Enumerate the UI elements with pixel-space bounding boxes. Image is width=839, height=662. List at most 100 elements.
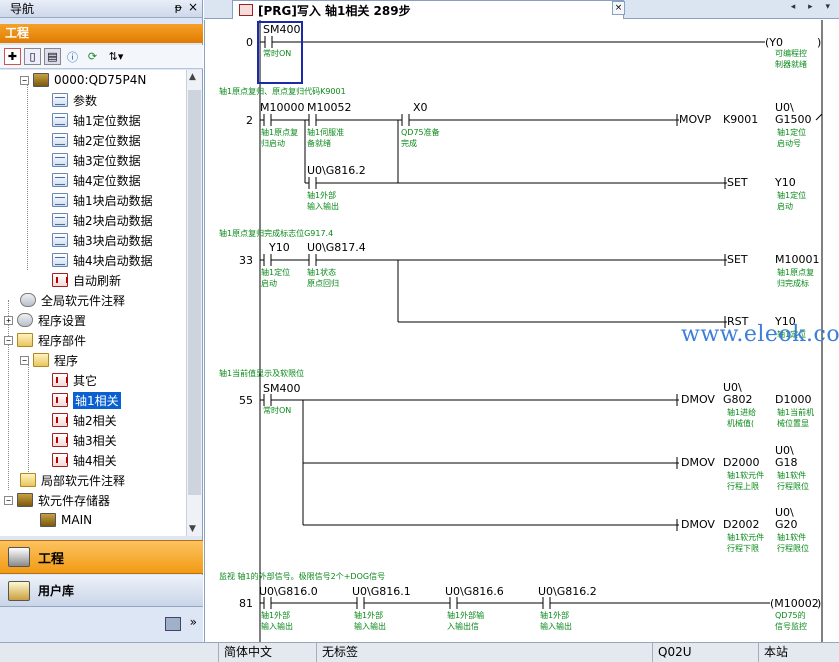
tree-item[interactable]: 参数 bbox=[52, 90, 97, 110]
operand-label: Y10 bbox=[774, 176, 796, 189]
tree-item[interactable]: 轴1相关 bbox=[52, 390, 121, 410]
grid-icon bbox=[52, 133, 68, 147]
svg-text:轴1状态: 轴1状态 bbox=[307, 267, 336, 277]
navigation-title-bar: 导航 ᵽ × bbox=[0, 0, 202, 18]
tree-item[interactable]: + 程序设置 bbox=[4, 310, 86, 330]
project-view-button[interactable]: 工程 bbox=[0, 540, 203, 574]
more-icon[interactable]: » bbox=[190, 615, 197, 629]
instruction-label: MOVP bbox=[679, 113, 711, 126]
svg-text:轴1当前机: 轴1当前机 bbox=[777, 407, 814, 417]
tree-item[interactable]: 轴3块启动数据 bbox=[52, 230, 153, 250]
svg-text:启动: 启动 bbox=[261, 278, 277, 288]
tree-item[interactable]: 其它 bbox=[52, 370, 97, 390]
project-tree: − 0000:QD75P4N 参数 轴1定位数据 轴2定位数据 轴3定位数据 轴4定位数据轴… bbox=[0, 70, 186, 536]
svg-text:轴1软元件: 轴1软元件 bbox=[727, 470, 764, 480]
tree-item[interactable]: MAIN bbox=[40, 510, 92, 530]
ladder-editor[interactable]: 轴1原点复归、原点复归代码K9001 轴1原点复归完成标志位G917.4 轴1当… bbox=[204, 20, 839, 642]
new-item-icon[interactable]: ✚ bbox=[4, 48, 21, 65]
tree-item-label: 0000:QD75P4N bbox=[54, 73, 147, 87]
gear-icon bbox=[20, 293, 36, 307]
collapse-icon[interactable]: − bbox=[20, 355, 29, 365]
tree-item[interactable]: 轴3相关 bbox=[52, 430, 117, 450]
svg-text:制器就绪: 制器就绪 bbox=[775, 59, 807, 69]
pin-icon[interactable]: ᵽ bbox=[175, 1, 182, 14]
navigation-title: 导航 bbox=[10, 2, 35, 16]
chip-icon bbox=[17, 493, 33, 507]
collapse-icon[interactable]: − bbox=[4, 495, 13, 505]
tree-item-label: 轴4定位数据 bbox=[73, 173, 141, 188]
contact-label: U0\G817.4 bbox=[307, 241, 366, 254]
expand-icon[interactable]: + bbox=[4, 315, 13, 325]
step-number: 81 bbox=[239, 597, 253, 610]
collapse-icon[interactable]: − bbox=[20, 75, 29, 85]
instruction-label: DMOV bbox=[681, 393, 715, 406]
svg-text:行程限位: 行程限位 bbox=[777, 543, 809, 553]
operand-label: M10001 bbox=[775, 253, 819, 266]
step-number: 33 bbox=[239, 254, 253, 267]
tree-item[interactable]: 轴2块启动数据 bbox=[52, 210, 153, 230]
program-icon bbox=[239, 4, 253, 16]
step-numbers: 0 2 33 55 81 bbox=[239, 36, 253, 610]
tab-program-axis1[interactable]: [PRG]写入 轴1相关 289步 bbox=[232, 0, 624, 19]
svg-text:轴1定位: 轴1定位 bbox=[777, 190, 806, 200]
tree-item[interactable]: − 软元件存储器 bbox=[4, 490, 110, 510]
tree-item[interactable]: 全局软元件注释 bbox=[20, 290, 125, 310]
tree-item-label: 轴1定位数据 bbox=[73, 113, 141, 128]
svg-text:QD75的: QD75的 bbox=[775, 610, 806, 620]
scrollbar-thumb[interactable] bbox=[188, 90, 201, 495]
project-view-label: 工程 bbox=[38, 551, 65, 567]
rung-55-header: 轴1当前值显示及软限位 bbox=[219, 368, 304, 378]
step-number: 2 bbox=[246, 114, 253, 127]
close-icon[interactable]: × bbox=[188, 0, 198, 14]
tree-item[interactable]: 轴4定位数据 bbox=[52, 170, 141, 190]
tree-item[interactable]: 轴1定位数据 bbox=[52, 110, 141, 130]
refresh-icon[interactable]: ⟳ bbox=[84, 48, 101, 65]
coil-label: (Y0 bbox=[765, 36, 783, 49]
tree-item-label: 轴2块启动数据 bbox=[73, 213, 153, 228]
tree-item[interactable]: 自动刷新 bbox=[52, 270, 121, 290]
configure-buttons-icon[interactable] bbox=[165, 617, 181, 631]
tree-scrollbar[interactable]: ▲ ▼ bbox=[186, 70, 202, 536]
svg-text:可编程控: 可编程控 bbox=[775, 48, 807, 58]
operand-label: G20 bbox=[775, 518, 798, 531]
sort-icon[interactable]: ⇅▾ bbox=[104, 48, 128, 65]
tab-scroll-arrows[interactable]: ◂ ▸ ▾ bbox=[791, 2, 835, 12]
tree-item[interactable]: − 程序 bbox=[20, 350, 78, 370]
contact-label: X0 bbox=[413, 101, 428, 114]
contact-label: U0\G816.2 bbox=[307, 164, 366, 177]
status-bar: 简体中文 无标签 Q02U 本站 bbox=[0, 642, 839, 662]
svg-text:启动: 启动 bbox=[777, 201, 793, 211]
scroll-down-icon[interactable]: ▼ bbox=[189, 524, 196, 534]
coil-label: (M10002 bbox=[770, 597, 819, 610]
tree-item[interactable]: 局部软元件注释 bbox=[20, 470, 125, 490]
paste-icon[interactable]: ▤ bbox=[44, 48, 61, 65]
svg-text:轴1原点复: 轴1原点复 bbox=[777, 267, 814, 277]
copy-icon[interactable]: ▯ bbox=[24, 48, 41, 65]
project-icon bbox=[8, 547, 30, 567]
operand-label: K9001 bbox=[723, 113, 758, 126]
watermark: www.eleok.com bbox=[681, 322, 839, 347]
scroll-up-icon[interactable]: ▲ bbox=[189, 72, 196, 82]
tree-item[interactable]: 轴4相关 bbox=[52, 450, 117, 470]
tree-item[interactable]: 轴1块启动数据 bbox=[52, 190, 153, 210]
svg-text:轴1外部: 轴1外部 bbox=[540, 610, 569, 620]
svg-text:常时ON: 常时ON bbox=[263, 48, 291, 58]
tab-close-button[interactable]: × bbox=[612, 1, 625, 15]
contact-label: U0\G816.6 bbox=[445, 585, 504, 598]
tree-item-label: 软元件存储器 bbox=[38, 493, 111, 508]
tree-item[interactable]: 轴2相关 bbox=[52, 410, 117, 430]
tree-item[interactable]: − 程序部件 bbox=[4, 330, 86, 350]
tree-item[interactable]: 轴4块启动数据 bbox=[52, 250, 153, 270]
property-icon[interactable]: ⓘ bbox=[64, 48, 81, 65]
tree-item-label: 程序设置 bbox=[38, 313, 87, 328]
status-cpu: Q02U bbox=[652, 643, 758, 662]
collapse-icon[interactable]: − bbox=[4, 335, 13, 345]
tree-item[interactable]: 轴3定位数据 bbox=[52, 150, 141, 170]
tree-item[interactable]: − 0000:QD75P4N bbox=[20, 70, 146, 90]
tree-item-label: 轴3块启动数据 bbox=[73, 233, 153, 248]
user-library-button[interactable]: 用户库 bbox=[0, 575, 203, 607]
step-number: 55 bbox=[239, 394, 253, 407]
operand-label: G802 bbox=[723, 393, 753, 406]
tree-item-label: 轴4相关 bbox=[73, 453, 117, 468]
tree-item[interactable]: 轴2定位数据 bbox=[52, 130, 141, 150]
